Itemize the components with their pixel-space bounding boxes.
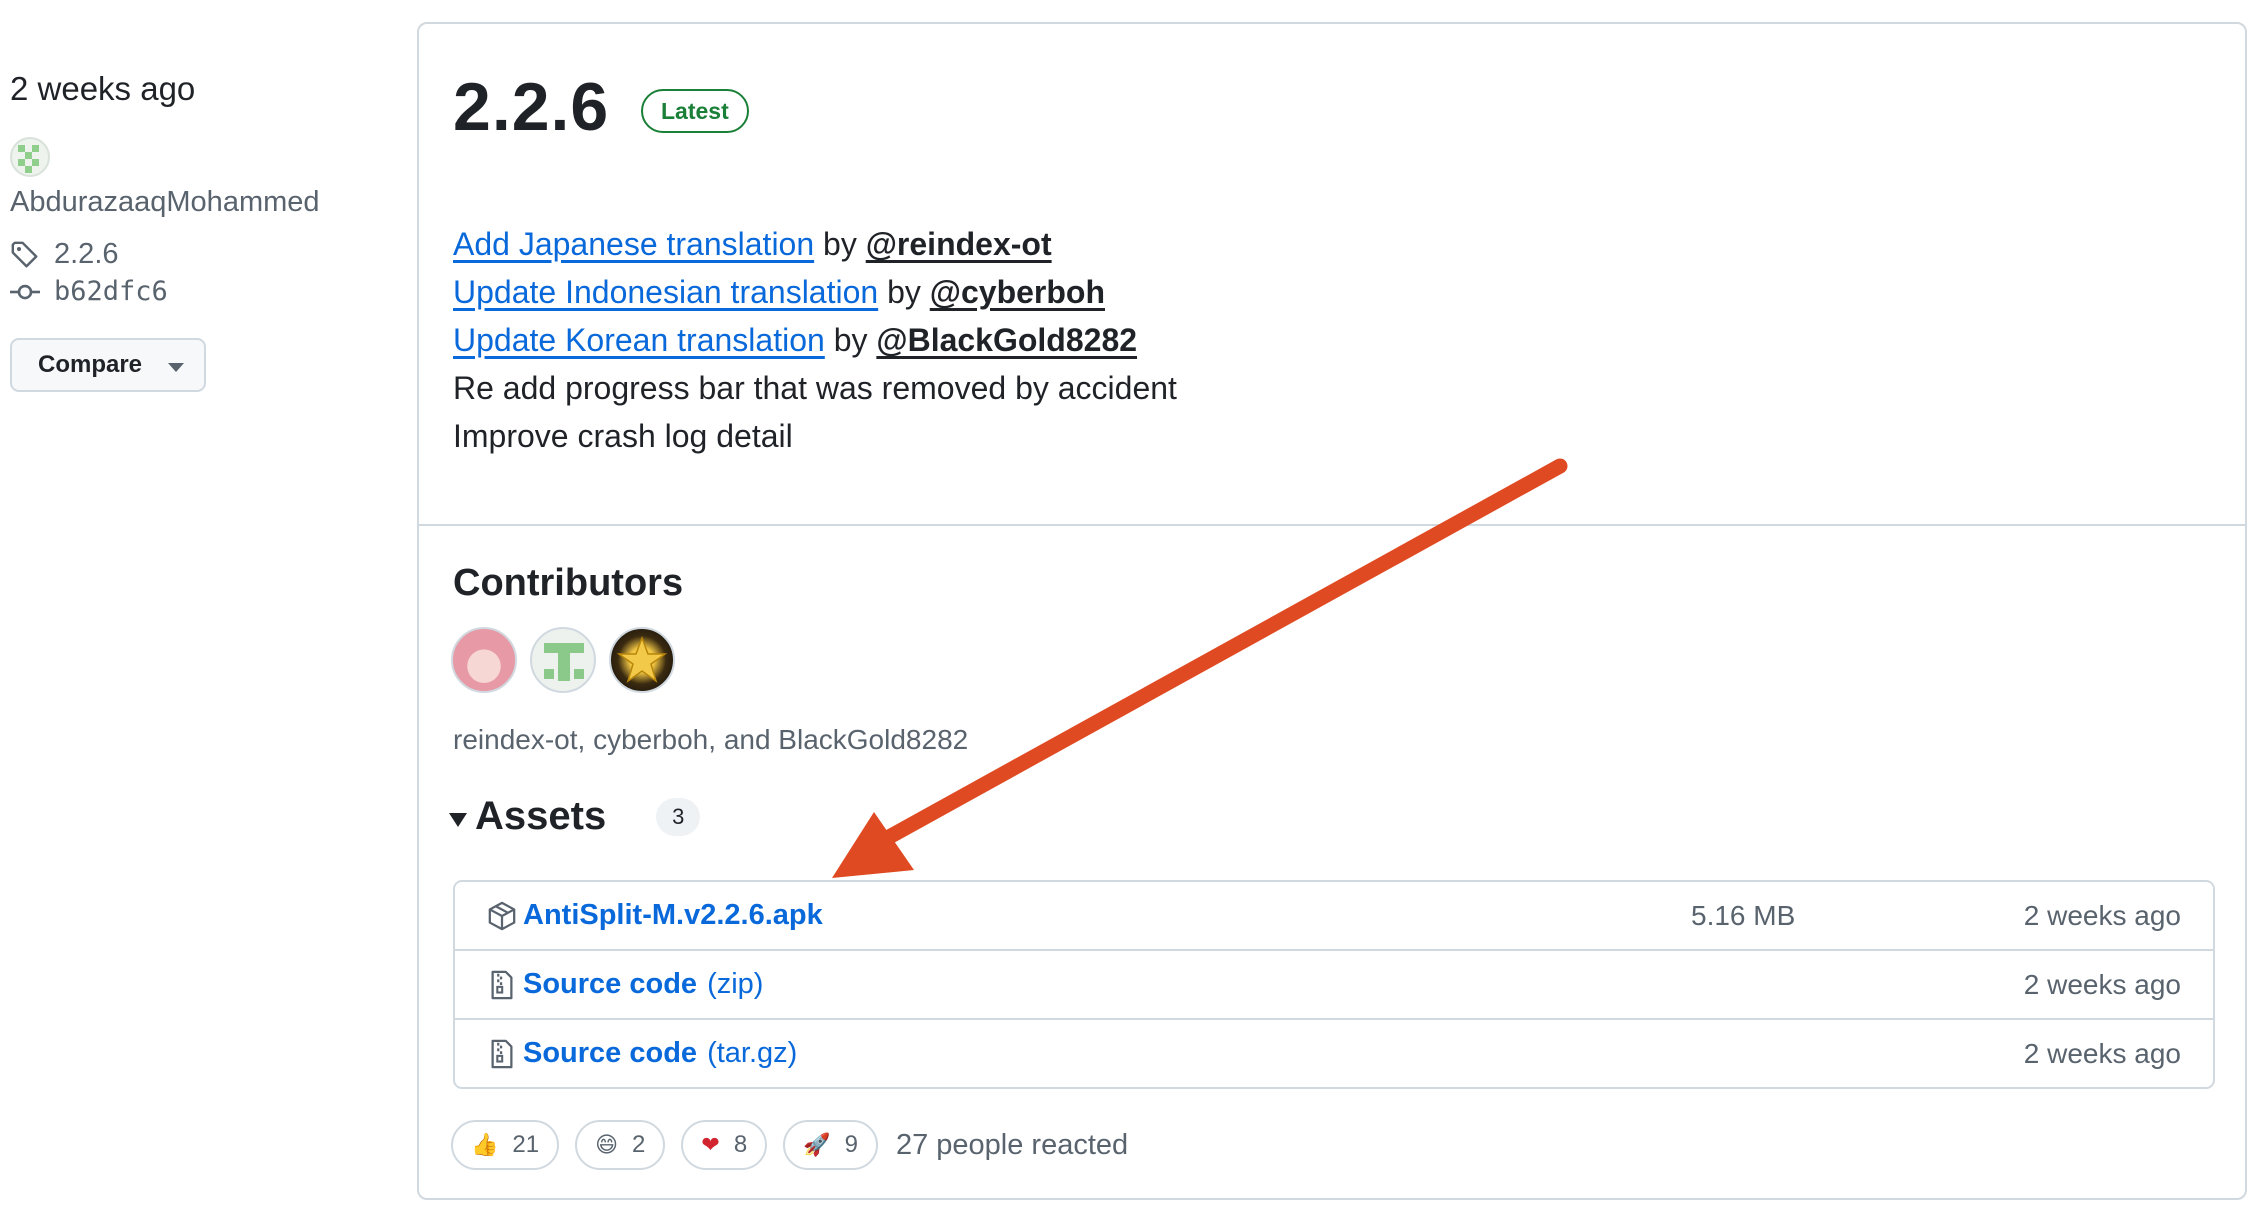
note-item: Improve crash log detail bbox=[453, 418, 793, 454]
asset-name-text[interactable]: Source code bbox=[523, 1037, 697, 1069]
reaction-count: 9 bbox=[844, 1131, 858, 1158]
asset-date: 2 weeks ago bbox=[2023, 968, 2181, 1000]
triangle-down-icon bbox=[449, 812, 467, 827]
asset-name-text[interactable]: Source code bbox=[523, 968, 697, 1000]
release-time: 2 weeks ago bbox=[10, 70, 196, 107]
note-item: Update Indonesian translation by @cyberb… bbox=[453, 268, 1177, 316]
asset-link[interactable]: Source code (tar.gz) bbox=[523, 1037, 797, 1070]
author-avatar[interactable] bbox=[10, 137, 50, 177]
reaction-heart[interactable]: ❤ 8 bbox=[681, 1120, 768, 1170]
note-by: by bbox=[887, 274, 921, 310]
asset-format[interactable]: (zip) bbox=[707, 968, 763, 1000]
release-author[interactable]: AbdurazaaqMohammed bbox=[10, 136, 355, 224]
asset-date: 2 weeks ago bbox=[2023, 899, 2181, 931]
laugh-icon: 😄 bbox=[595, 1132, 619, 1158]
release-notes: Add Japanese translation by @reindex-ot … bbox=[453, 220, 1177, 460]
package-icon bbox=[487, 901, 521, 931]
reaction-count: 8 bbox=[733, 1131, 748, 1158]
reaction-rocket[interactable]: 🚀 9 bbox=[783, 1120, 878, 1170]
note-link[interactable]: Update Korean translation bbox=[453, 322, 825, 358]
note-item: Update Korean translation by @BlackGold8… bbox=[453, 316, 1177, 364]
avatar-cyberboh[interactable] bbox=[530, 627, 596, 693]
rocket-icon: 🚀 bbox=[803, 1132, 831, 1158]
user-mention[interactable]: @reindex-ot bbox=[866, 226, 1052, 262]
note-item: Re add progress bar that was removed by … bbox=[453, 370, 1177, 406]
reactions-bar: 👍 21 😄 2 ❤ 8 🚀 9 27 people reacted bbox=[451, 1120, 1128, 1170]
author-name[interactable]: AbdurazaaqMohammed bbox=[10, 186, 320, 218]
release-commit[interactable]: b62dfc6 bbox=[10, 276, 168, 307]
asset-size: 5.16 MB bbox=[1691, 899, 1796, 931]
commit-sha[interactable]: b62dfc6 bbox=[54, 276, 168, 307]
contributor-names: reindex-ot, cyberboh, and BlackGold8282 bbox=[453, 724, 969, 755]
asset-format[interactable]: (tar.gz) bbox=[707, 1037, 797, 1069]
tag-icon bbox=[11, 241, 38, 267]
assets-toggle[interactable]: Assets 3 bbox=[449, 794, 701, 839]
asset-link[interactable]: AntiSplit-M.v2.2.6.apk bbox=[523, 899, 823, 932]
avatar-blackgold8282[interactable] bbox=[609, 627, 675, 693]
commit-icon bbox=[10, 284, 40, 299]
reaction-laugh[interactable]: 😄 2 bbox=[575, 1120, 666, 1170]
note-link[interactable]: Add Japanese translation bbox=[453, 226, 814, 262]
release-card: 2.2.6 Latest Add Japanese translation by… bbox=[417, 22, 2247, 1200]
assets-heading[interactable]: Assets bbox=[475, 794, 606, 839]
assets-count: 3 bbox=[656, 797, 701, 836]
asset-date: 2 weeks ago bbox=[2023, 1037, 2181, 1069]
compare-label: Compare bbox=[38, 351, 143, 378]
note-link[interactable]: Update Indonesian translation bbox=[453, 274, 878, 310]
latest-badge: Latest bbox=[641, 89, 749, 133]
note-item: Add Japanese translation by @reindex-ot bbox=[453, 220, 1177, 268]
user-mention[interactable]: @cyberboh bbox=[930, 274, 1105, 310]
heart-icon: ❤ bbox=[701, 1132, 720, 1158]
reactions-summary[interactable]: 27 people reacted bbox=[896, 1129, 1128, 1162]
note-by: by bbox=[823, 226, 857, 262]
section-divider bbox=[419, 524, 2245, 526]
reaction-thumbs-up[interactable]: 👍 21 bbox=[451, 1120, 560, 1170]
thumbs-up-icon: 👍 bbox=[471, 1132, 499, 1158]
chevron-down-icon bbox=[168, 362, 185, 372]
file-zip-icon bbox=[487, 970, 521, 1000]
avatar-reindex-ot[interactable] bbox=[451, 627, 517, 693]
user-mention[interactable]: @BlackGold8282 bbox=[876, 322, 1137, 358]
note-by: by bbox=[833, 322, 868, 358]
asset-link[interactable]: Source code (zip) bbox=[523, 968, 763, 1001]
release-title[interactable]: 2.2.6 bbox=[453, 68, 609, 146]
contributors-heading: Contributors bbox=[453, 562, 684, 604]
star-icon bbox=[616, 635, 668, 683]
reaction-count: 21 bbox=[512, 1131, 540, 1158]
file-zip-icon bbox=[487, 1039, 521, 1069]
asset-row: Source code (zip) 2 weeks ago bbox=[455, 949, 2213, 1018]
reaction-count: 2 bbox=[632, 1131, 646, 1158]
assets-list: AntiSplit-M.v2.2.6.apk 5.16 MB 2 weeks a… bbox=[453, 880, 2215, 1089]
asset-row: AntiSplit-M.v2.2.6.apk 5.16 MB 2 weeks a… bbox=[455, 882, 2213, 949]
asset-row: Source code (tar.gz) 2 weeks ago bbox=[455, 1018, 2213, 1087]
tag-label[interactable]: 2.2.6 bbox=[54, 238, 119, 271]
contributor-avatars bbox=[451, 627, 675, 693]
release-tag[interactable]: 2.2.6 bbox=[10, 238, 119, 271]
compare-button[interactable]: Compare bbox=[10, 338, 206, 392]
